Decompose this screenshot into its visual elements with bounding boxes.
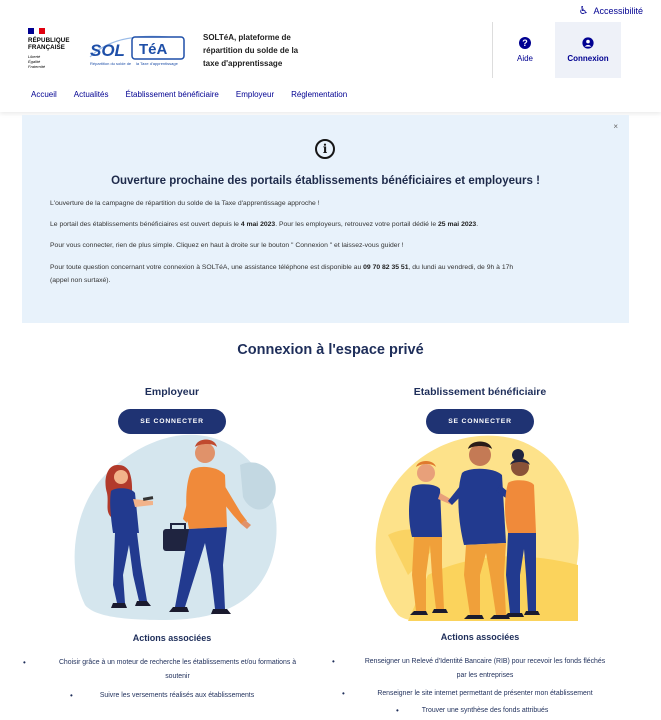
question-icon: ? [519, 37, 531, 49]
nav-item-reglementation[interactable]: Réglementation [291, 90, 347, 99]
nav-item-etablissement[interactable]: Établissement bénéficiaire [125, 90, 218, 99]
motto-line-3: Fraternité [28, 64, 46, 69]
republic-line-1: RÉPUBLIQUE [28, 37, 70, 44]
logo-sub-right: la Taxe d'apprentissage [136, 61, 179, 66]
help-button[interactable]: ? Aide [492, 22, 558, 78]
alert-title: Ouverture prochaine des portails établis… [111, 175, 540, 187]
beneficiary-title: Etablissement bénéficiaire [413, 386, 547, 398]
alert-paragraph-2: Le portail des établissements bénéficiai… [50, 218, 610, 231]
republic-line-2: FRANÇAISE [28, 44, 65, 51]
employer-action-2: Suivre les versements réalisés aux établ… [70, 689, 272, 703]
logo-sol: SOL [90, 41, 125, 60]
alert-phone: 09 70 82 35 51 [363, 264, 409, 271]
alert-p2-text-2: . Pour les employeurs, retrouvez votre p… [275, 221, 439, 228]
alert-p2-text: Le portail des établissements bénéficiai… [50, 221, 241, 228]
alert-paragraph-1: L'ouverture de la campagne de répartitio… [50, 200, 320, 207]
beneficiary-action-1: Renseigner un Relevé d'Identité Bancaire… [332, 655, 626, 683]
user-icon [582, 37, 594, 49]
nav-item-actualites[interactable]: Actualités [74, 90, 109, 99]
beneficiary-actions-title: Actions associées [440, 632, 520, 642]
accessibility-link[interactable]: ♿ Accessibilité [579, 4, 643, 17]
close-icon[interactable]: × [613, 122, 618, 131]
section-title: Connexion à l'espace privé [237, 342, 424, 358]
site-header: ♿ Accessibilité RÉPUBLIQUE FRANÇAISE Lib… [0, 0, 661, 112]
alert-p2-date-2: 25 mai 2023 [438, 221, 477, 228]
republic-logo[interactable]: RÉPUBLIQUE FRANÇAISE Liberté Égalité Fra… [28, 28, 80, 69]
employer-title: Employeur [144, 386, 200, 398]
alert-p4-note: (appel non surtaxé). [50, 277, 111, 284]
beneficiary-action-3: Trouver une synthèse des fonds attribués [396, 704, 562, 718]
alert-paragraph-4: Pour toute question concernant votre con… [50, 261, 610, 287]
motto: Liberté Égalité Fraternité [28, 54, 80, 69]
alert-p2-end: . [476, 221, 479, 228]
accessibility-label: Accessibilité [593, 5, 643, 16]
login-label: Connexion [567, 54, 609, 63]
main-nav: Accueil Actualités Établissement bénéfic… [31, 90, 364, 99]
employer-illustration [74, 434, 277, 620]
beneficiary-action-2: Renseigner le site internet permettant d… [342, 687, 616, 701]
logo-sub-left: Répartition du solde de [90, 61, 132, 66]
site-tagline: SOLTéA, plateforme de répartition du sol… [203, 33, 299, 68]
employer-action-1-line-1: Choisir grâce à un moteur de recherche l… [58, 659, 297, 666]
beneficiary-illustration [375, 435, 579, 621]
login-button[interactable]: Connexion [555, 22, 621, 78]
beneficiary-action-1-line-1: Renseigner un Relevé d'Identité Bancaire… [364, 658, 606, 665]
alert-paragraph-3: Pour vous connecter, rien de plus simple… [50, 242, 404, 249]
alert-p2-date-1: 4 mai 2023 [240, 221, 276, 228]
employer-actions-title: Actions associées [132, 633, 212, 643]
soltea-logo[interactable]: SOL TéA Répartition du solde de la Taxe … [88, 33, 186, 67]
nav-item-employeur[interactable]: Employeur [236, 90, 274, 99]
employer-action-1: Choisir grâce à un moteur de recherche l… [23, 656, 320, 684]
nav-item-accueil[interactable]: Accueil [31, 90, 57, 99]
info-icon: i [315, 139, 335, 159]
employer-action-1-line-2: soutenir [165, 673, 190, 680]
help-label: Aide [516, 54, 533, 63]
beneficiary-action-1-line-2: par les entreprises [456, 672, 514, 679]
flag-icon [28, 28, 46, 34]
alert-p4-hours: , du lundi au vendredi, de 9h à 17h [408, 264, 514, 271]
accessibility-icon: ♿ [578, 5, 589, 17]
logo-tea: TéA [139, 41, 168, 58]
alert-p4-text: Pour toute question concernant votre con… [50, 264, 364, 271]
